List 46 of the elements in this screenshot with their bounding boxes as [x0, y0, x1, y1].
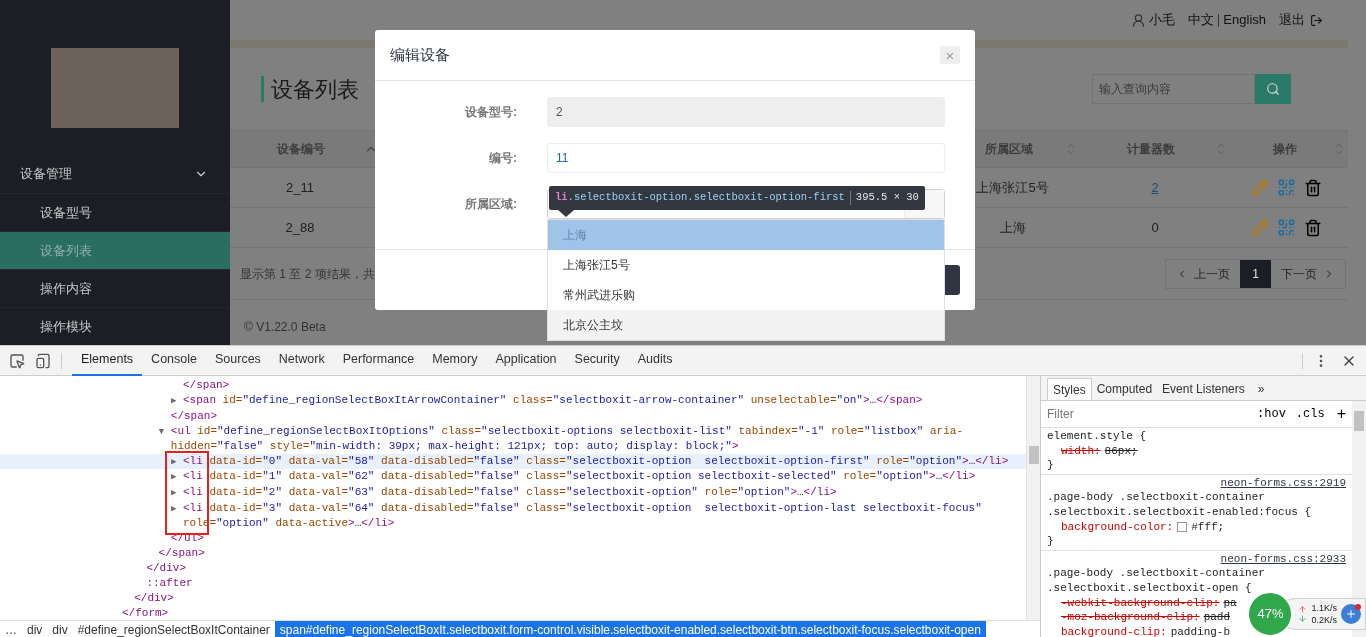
css-value: #fff;: [1191, 519, 1225, 535]
css-selector: .page-body .selectboxit-container .selectboxit.selectboxit-enabled:focus {: [1047, 491, 1312, 518]
dom-node-text: <li data-id="2" data-val="63" data-disabled="false" class="selectboxit-option" role="option">…</li>: [183, 485, 837, 501]
results-summary: 显示第 1 至 2 项结果，共: [240, 265, 375, 283]
table-cell: 上海张江5号: [976, 179, 1049, 195]
table-cell: 2_11: [286, 179, 314, 195]
page-title: 设备列表: [271, 75, 359, 104]
download-speed: 0.2K/s: [1311, 614, 1337, 626]
closing-tag: </span>: [183, 379, 230, 391]
field-label: 设备型号:: [463, 104, 517, 121]
closing-tag: </form>: [122, 606, 169, 619]
css-value: padding-b: [1170, 624, 1231, 637]
dom-node-text: ::after: [146, 575, 193, 591]
column-header: 操作: [1272, 141, 1298, 158]
table-cell: 0: [1151, 219, 1159, 235]
closing-brace: }: [1047, 535, 1054, 548]
closing-tag: </div>: [146, 561, 186, 574]
css-property: background-clip:: [1061, 624, 1167, 637]
column-header: 计量器数: [1125, 141, 1176, 158]
css-value: 86px;: [1104, 443, 1138, 459]
closing-tag: </div>: [134, 591, 174, 604]
version-footer: © V1.22.0 Beta: [244, 320, 326, 334]
closing-tag: </span>: [170, 409, 217, 422]
closing-tag: </span>: [158, 546, 205, 559]
table-cell: 上海: [999, 219, 1026, 235]
tooltip-selector: li.selectboxit-option.selectboxit-option-first: [555, 190, 845, 206]
dom-node-text: <ul id="define_regionSelectBoxItOptions" class="selectboxit-options selectboxit-list" tabindex="-1" role="listbox" aria-hidden="false" style="min-width: 39px; max-height: 121px; top: auto; display: block;">: [170, 423, 964, 454]
css-value: pa: [1223, 595, 1237, 611]
closing-brace: }: [1047, 459, 1054, 472]
dom-node-text: <li data-id="1" data-val="62" data-disabled="false" class="selectboxit-option selectboxit-selected" role="option">…</li>: [183, 469, 976, 485]
css-property: width:: [1061, 443, 1101, 459]
css-property: -webkit-background-clip:: [1061, 595, 1220, 611]
column-header: 所属区域: [983, 141, 1034, 158]
upload-speed: 1.1K/s: [1311, 602, 1337, 614]
dom-node-text: <li data-id="0" data-val="58" data-disabled="false" class="selectboxit-option selectboxit-option-first" role="option">…</li>: [183, 453, 1009, 469]
field-label: 所属区域:: [464, 196, 517, 213]
css-property: -moz-background-clip:: [1061, 610, 1200, 625]
table-cell: 2_88: [285, 219, 315, 235]
field-label: 编号:: [488, 150, 517, 167]
dom-node-text: <span id="define_regionSelectBoxItArrowContainer" class="selectboxit-arrow-container" unselectable="on">…</span>: [183, 392, 923, 408]
tooltip-size: 395.5 × 30: [855, 190, 919, 206]
css-selector: element.style {: [1047, 430, 1147, 442]
css-value: padd: [1203, 610, 1231, 625]
column-header: 设备编号: [275, 141, 326, 158]
dialog-title: 编辑设备: [390, 44, 450, 65]
css-property: background-color:: [1061, 519, 1174, 535]
